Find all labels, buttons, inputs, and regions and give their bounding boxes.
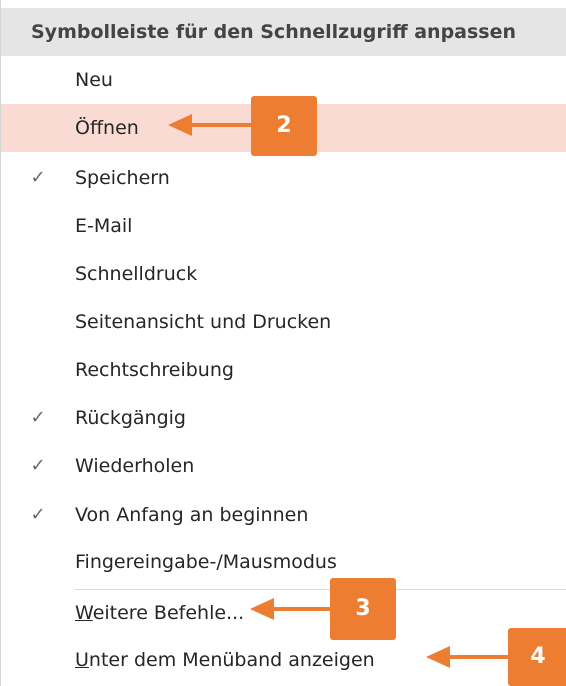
menu-item-label: Rechtschreibung (75, 359, 234, 381)
callout-badge: 4 (508, 628, 566, 686)
checkmark-icon (23, 56, 53, 104)
menu-item-von-anfang[interactable]: ✓ Von Anfang an beginnen (1, 491, 566, 539)
menu-item-label: Rückgängig (75, 407, 186, 429)
callout-badge: 3 (330, 578, 396, 640)
menu-item-label: Öffnen (75, 117, 139, 139)
callout-badge: 2 (251, 96, 317, 156)
menu-item-rechtschreibung[interactable]: Rechtschreibung (1, 346, 566, 394)
checkmark-icon (23, 202, 53, 250)
accelerator-key: U (75, 649, 89, 671)
menu-item-fingereingabe[interactable]: Fingereingabe-/Mausmodus (1, 538, 566, 586)
menu-item-label: Seitenansicht und Drucken (75, 311, 332, 333)
menu-title: Symbolleiste für den Schnellzugriff anpa… (1, 8, 566, 56)
checkmark-icon (23, 298, 53, 346)
menu-item-seitenansicht[interactable]: Seitenansicht und Drucken (1, 298, 566, 346)
arrow-icon (168, 114, 258, 136)
accelerator-key: W (75, 602, 93, 624)
checkmark-icon: ✓ (30, 167, 46, 188)
arrow-icon (250, 598, 332, 620)
menu-item-label: E-Mail (75, 215, 133, 237)
menu-item-label-rest: nter dem Menüband anzeigen (88, 649, 375, 671)
checkmark-icon (23, 538, 53, 586)
menu-item-label: Unter dem Menüband anzeigen (75, 636, 375, 684)
menu-item-label: Wiederholen (75, 455, 195, 477)
checkmark-icon (23, 346, 53, 394)
menu-item-wiederholen[interactable]: ✓ Wiederholen (1, 442, 566, 490)
menu-item-label: Neu (75, 69, 113, 91)
menu-item-email[interactable]: E-Mail (1, 202, 566, 250)
menu-item-speichern[interactable]: ✓ Speichern (1, 154, 566, 202)
menu-item-schnelldruck[interactable]: Schnelldruck (1, 250, 566, 298)
checkmark-icon (23, 250, 53, 298)
checkmark-icon: ✓ (30, 504, 46, 525)
menu-item-label: Weitere Befehle... (75, 589, 244, 637)
menu-item-label: Speichern (75, 167, 170, 189)
menu-item-rueckgaengig[interactable]: ✓ Rückgängig (1, 394, 566, 442)
menu-item-label: Von Anfang an beginnen (75, 504, 309, 526)
menu-item-label-rest: eitere Befehle... (92, 602, 245, 624)
checkmark-icon: ✓ (30, 455, 46, 476)
menu-item-label: Fingereingabe-/Mausmodus (75, 551, 337, 573)
checkmark-icon: ✓ (30, 407, 46, 428)
menu-item-label: Schnelldruck (75, 263, 198, 285)
arrow-icon (426, 646, 516, 668)
checkmark-icon (23, 104, 53, 152)
